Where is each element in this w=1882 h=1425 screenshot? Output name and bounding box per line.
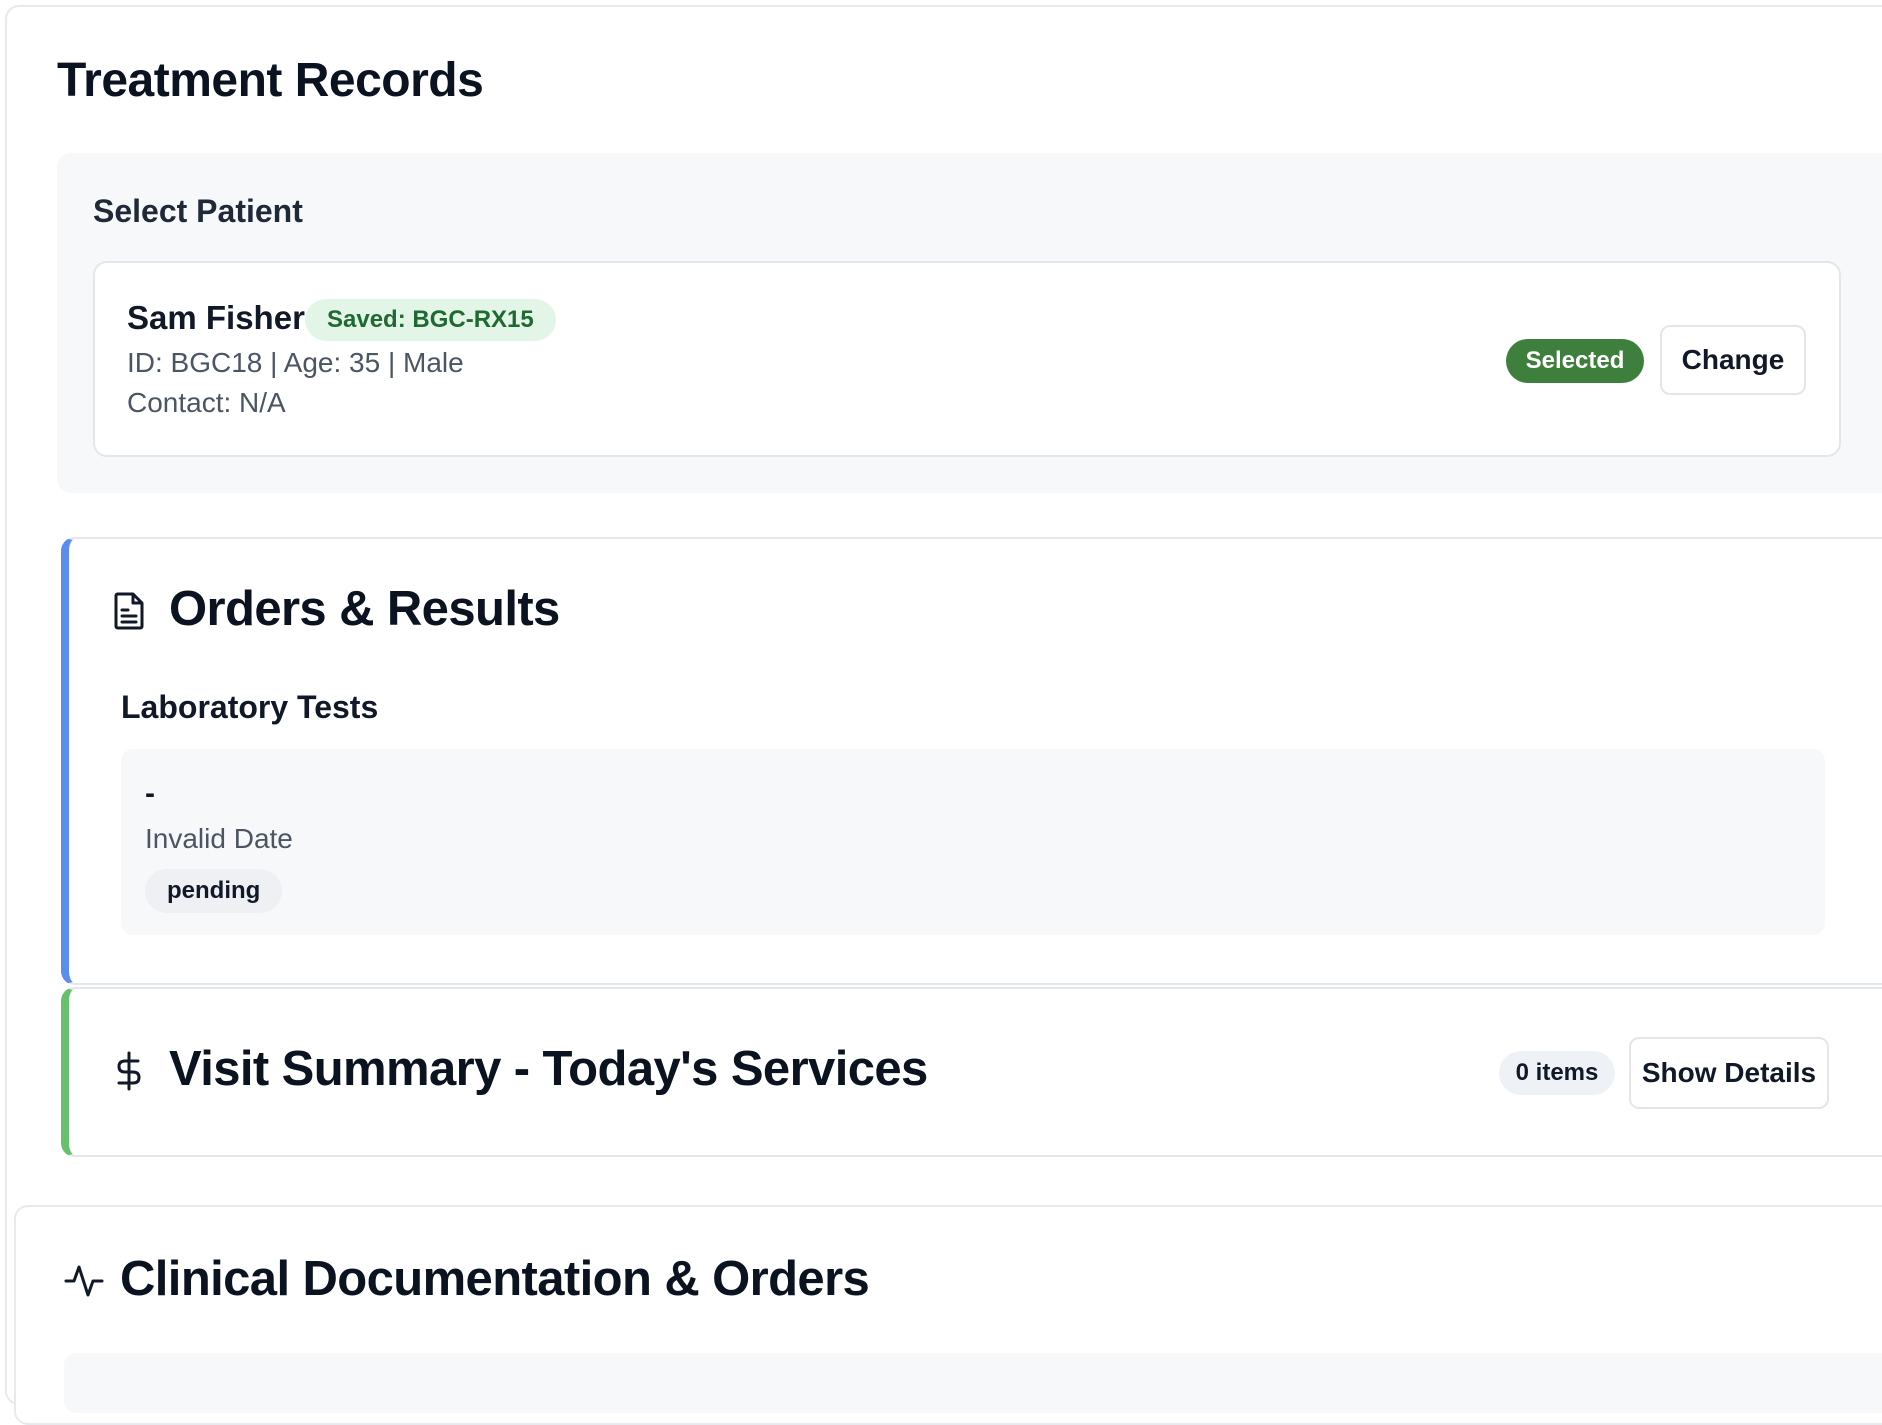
- lab-test-date: Invalid Date: [145, 823, 293, 854]
- lab-test-name: -: [145, 777, 155, 810]
- change-patient-button[interactable]: Change: [1660, 325, 1806, 395]
- items-count-badge: 0 items: [1499, 1051, 1615, 1095]
- visit-summary-title: Visit Summary - Today's Services: [169, 1042, 928, 1096]
- dollar-icon: [111, 1051, 147, 1091]
- clinical-documentation-section: Clinical Documentation & Orders: [14, 1205, 1882, 1425]
- saved-badge: Saved: BGC-RX15: [305, 299, 556, 341]
- visit-summary-section: Visit Summary - Today's Services 0 items…: [61, 987, 1882, 1157]
- patient-name: Sam Fisher: [127, 299, 305, 336]
- patient-contact: Contact: N/A: [127, 387, 286, 418]
- orders-results-title: Orders & Results: [169, 582, 560, 636]
- page-title: Treatment Records: [57, 54, 484, 107]
- show-details-button[interactable]: Show Details: [1629, 1037, 1829, 1109]
- laboratory-tests-heading: Laboratory Tests: [121, 689, 379, 725]
- clinical-documentation-title: Clinical Documentation & Orders: [120, 1252, 870, 1306]
- selected-badge: Selected: [1506, 339, 1644, 383]
- select-patient-panel: Select Patient Sam Fisher Saved: BGC-RX1…: [57, 153, 1882, 493]
- lab-test-status-badge: pending: [145, 869, 283, 913]
- patient-card[interactable]: Sam Fisher Saved: BGC-RX15 ID: BGC18 | A…: [93, 261, 1841, 457]
- activity-icon: [64, 1261, 104, 1301]
- lab-test-item: - Invalid Date pending: [121, 749, 1825, 935]
- treatment-records-page: Treatment Records Select Patient Sam Fis…: [5, 5, 1882, 1425]
- patient-meta: ID: BGC18 | Age: 35 | Male: [127, 347, 464, 378]
- select-patient-label: Select Patient: [93, 193, 303, 229]
- orders-results-section: Orders & Results Laboratory Tests - Inva…: [61, 537, 1882, 985]
- clinical-subpanel: [64, 1353, 1882, 1413]
- document-icon: [111, 591, 147, 631]
